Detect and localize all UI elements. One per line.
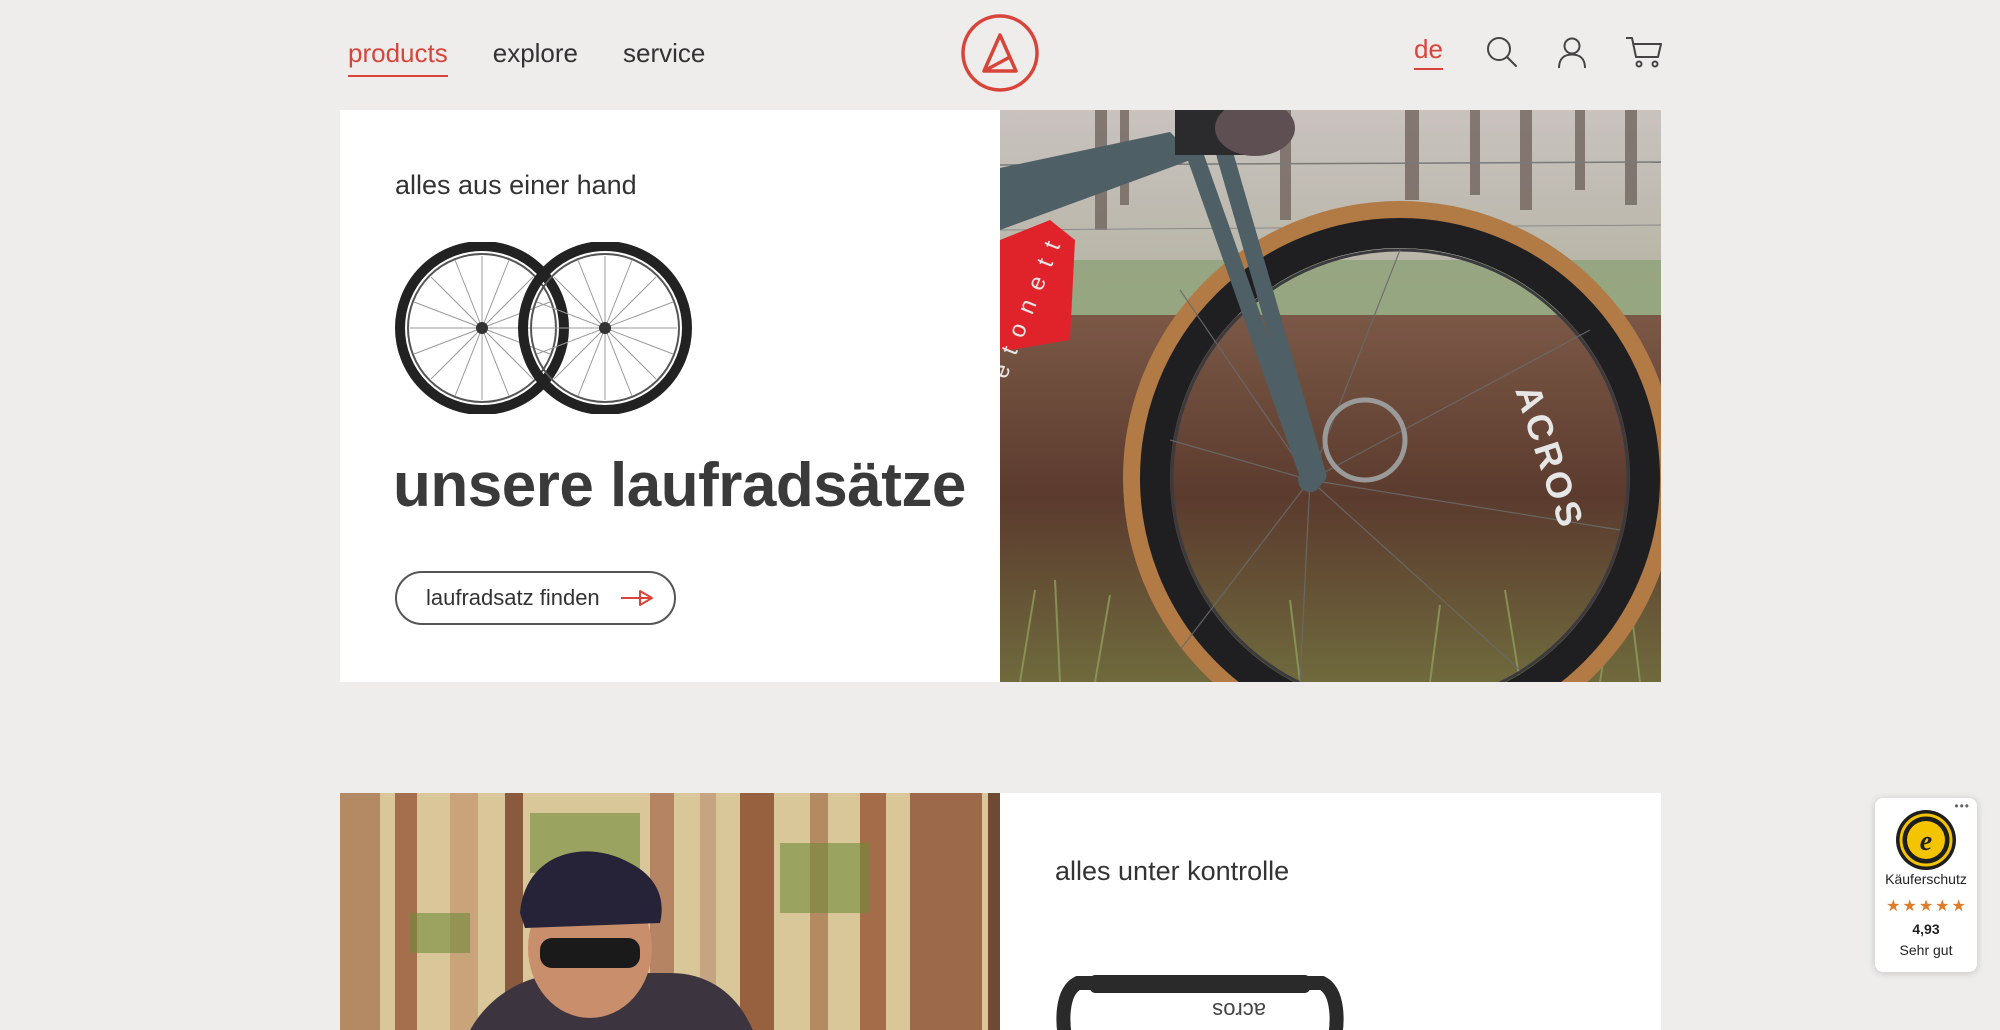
brand-logo[interactable] [960, 13, 1040, 93]
rating-score: 4,93 [1912, 921, 1940, 937]
find-wheelset-label: laufradsatz finden [426, 585, 600, 610]
search-icon[interactable] [1485, 35, 1519, 69]
handlebar-brand-label: acros [1212, 998, 1266, 1023]
hero-bike-photo: etonett ACROS [1000, 110, 1661, 682]
controls-text-panel: alles unter kontrolle acros [1000, 793, 1661, 1030]
buyer-protection-label: Käuferschutz [1885, 871, 1967, 887]
rider-photo [340, 793, 1000, 1030]
arrow-right-icon [620, 590, 653, 606]
rating-label: Sehr gut [1899, 942, 1953, 958]
hero-text-panel: alles aus einer hand unsere laufradsätze… [340, 110, 1000, 682]
star-icon: ★ [1935, 898, 1950, 915]
nav-service[interactable]: service [623, 38, 705, 77]
star-icon: ★ [1918, 898, 1934, 915]
handlebar-image: acros [1056, 975, 1344, 1030]
star-icon: ★ [1902, 898, 1917, 915]
controls-eyebrow: alles unter kontrolle [1055, 856, 1290, 886]
header-actions: de [1414, 34, 1663, 70]
main-nav: products explore service [348, 38, 705, 77]
hero-title: unsere laufradsätze [393, 451, 966, 520]
section-controls: alles unter kontrolle acros [340, 793, 1661, 1030]
cart-icon[interactable] [1625, 35, 1663, 69]
star-icon: ★ [1886, 898, 1901, 915]
rating-stars: ★ ★ ★ ★ ★ [1875, 896, 1977, 916]
svg-text:e: e [1920, 826, 1932, 857]
hero-eyebrow: alles aus einer hand [395, 170, 637, 200]
hero-section: alles aus einer hand unsere laufradsätze… [340, 110, 1661, 682]
wheelset-image [395, 242, 692, 414]
trust-badge[interactable]: ••• e Käuferschutz ★ ★ ★ ★ ★ 4,93 Sehr g… [1875, 798, 1977, 972]
nav-explore[interactable]: explore [493, 38, 578, 77]
trust-seal-icon: e [1896, 810, 1956, 870]
user-icon[interactable] [1555, 35, 1589, 69]
star-icon: ★ [1951, 898, 1966, 915]
find-wheelset-button[interactable]: laufradsatz finden [395, 571, 676, 625]
nav-products[interactable]: products [348, 38, 448, 77]
language-switch[interactable]: de [1414, 34, 1443, 70]
